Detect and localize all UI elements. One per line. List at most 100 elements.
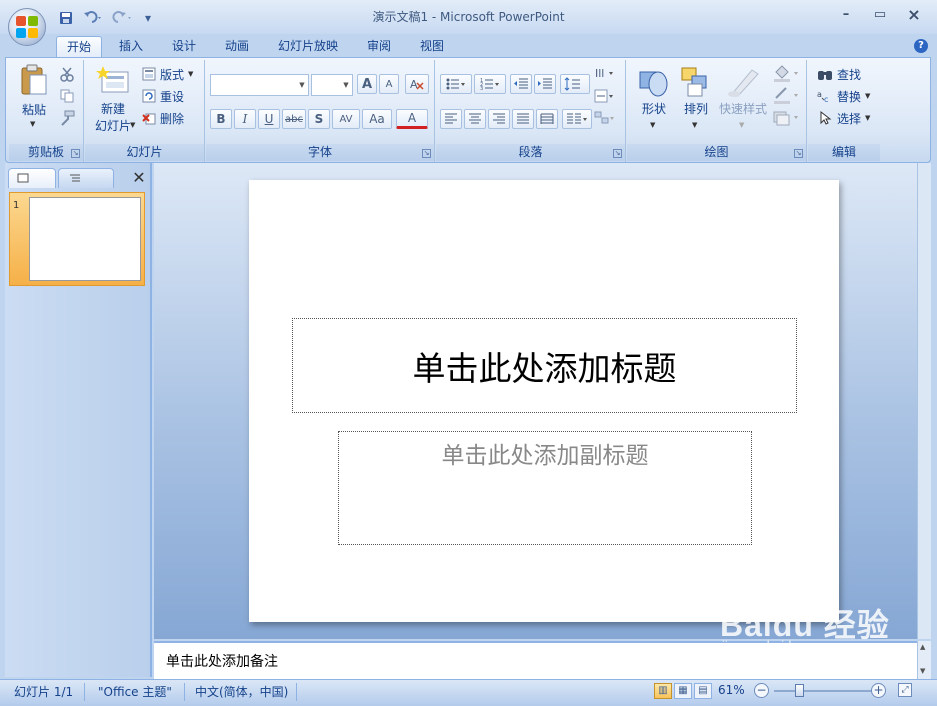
- clipboard-launcher-icon[interactable]: ↘: [71, 149, 80, 158]
- align-text-icon[interactable]: [594, 88, 616, 104]
- editing-group-label: 编辑: [808, 144, 880, 161]
- line-spacing-icon[interactable]: [560, 74, 590, 94]
- zoom-slider-track[interactable]: [774, 690, 874, 692]
- drawing-launcher-icon[interactable]: ↘: [794, 149, 803, 158]
- reset-button[interactable]: 重设: [142, 86, 184, 106]
- tab-view[interactable]: 视图: [410, 36, 454, 58]
- slide-sorter-view-icon[interactable]: ▦: [674, 683, 692, 699]
- bullets-icon[interactable]: [440, 74, 472, 94]
- align-right-icon[interactable]: [488, 109, 510, 129]
- scroll-down-icon[interactable]: ▼: [920, 667, 925, 675]
- slideshow-view-icon[interactable]: ▤: [694, 683, 712, 699]
- font-name-combo[interactable]: ▼: [210, 74, 309, 96]
- increase-indent-icon[interactable]: [534, 74, 556, 94]
- tab-slideshow[interactable]: 幻灯片放映: [268, 36, 348, 58]
- drawing-group-label: 绘图: [627, 144, 806, 161]
- align-center-icon[interactable]: [464, 109, 486, 129]
- quick-styles-button[interactable]: 快速样式 ▼: [716, 64, 770, 134]
- select-button[interactable]: 选择 ▼: [817, 108, 870, 128]
- distribute-icon[interactable]: [536, 109, 558, 129]
- status-language[interactable]: 中文(简体，中国): [195, 683, 288, 700]
- bold-button[interactable]: B: [210, 109, 232, 129]
- layout-button[interactable]: 版式 ▼: [142, 64, 193, 84]
- align-left-icon[interactable]: [440, 109, 462, 129]
- text-shadow-button[interactable]: S: [308, 109, 330, 129]
- shrink-font-button[interactable]: A: [379, 74, 399, 94]
- fit-to-window-icon[interactable]: ⤢: [898, 683, 912, 697]
- font-group-label: 字体: [206, 144, 434, 161]
- new-slide-dropdown-icon: ▼: [130, 121, 136, 129]
- shape-effects-icon[interactable]: [772, 108, 802, 126]
- scroll-up-icon[interactable]: ▲: [920, 643, 925, 651]
- tab-design[interactable]: 设计: [162, 36, 206, 58]
- slides-group-label: 幻灯片: [85, 144, 204, 161]
- cut-icon[interactable]: [59, 66, 75, 82]
- delete-button[interactable]: 删除: [142, 108, 184, 128]
- underline-button[interactable]: U: [258, 109, 280, 129]
- shapes-icon: [639, 71, 668, 97]
- copy-icon[interactable]: [59, 88, 75, 104]
- title-placeholder[interactable]: 单击此处添加标题: [292, 318, 797, 413]
- arrange-button[interactable]: 排列 ▼: [676, 64, 716, 134]
- zoom-in-icon[interactable]: +: [871, 683, 886, 698]
- shape-outline-icon[interactable]: [772, 86, 802, 104]
- status-separator: [84, 683, 85, 701]
- change-case-button[interactable]: Aa: [362, 109, 392, 129]
- delete-icon: [142, 113, 156, 125]
- tab-review[interactable]: 审阅: [357, 36, 401, 58]
- outline-tab[interactable]: [58, 168, 114, 188]
- shapes-button[interactable]: 形状 ▼: [634, 64, 674, 134]
- text-direction-icon[interactable]: Ill: [594, 64, 616, 82]
- paste-icon: [21, 64, 47, 95]
- font-launcher-icon[interactable]: ↘: [422, 149, 431, 158]
- char-spacing-button[interactable]: AV: [332, 109, 360, 129]
- close-button[interactable]: ×: [902, 5, 926, 24]
- panel-close-button[interactable]: ✕: [130, 169, 148, 187]
- svg-text:c: c: [824, 95, 828, 103]
- new-slide-button[interactable]: 新建 幻灯片 ▼: [90, 64, 136, 136]
- zoom-percent[interactable]: 61%: [718, 683, 745, 697]
- quick-styles-icon: [728, 69, 759, 97]
- paste-label: 粘贴: [21, 103, 46, 117]
- subtitle-placeholder[interactable]: 单击此处添加副标题: [338, 431, 752, 545]
- slides-tab[interactable]: [8, 168, 56, 188]
- italic-button[interactable]: I: [234, 109, 256, 129]
- status-separator: [296, 683, 297, 701]
- tab-insert[interactable]: 插入: [109, 36, 153, 58]
- font-size-dropdown-icon: ▼: [343, 81, 349, 89]
- minimize-button[interactable]: –: [834, 7, 858, 25]
- clear-format-icon[interactable]: A: [405, 74, 429, 94]
- shape-fill-icon[interactable]: [772, 64, 802, 82]
- strikethrough-button[interactable]: abc: [282, 109, 306, 129]
- grow-font-button[interactable]: A: [357, 74, 377, 94]
- normal-view-icon[interactable]: ▥: [654, 683, 672, 699]
- find-label: 查找: [837, 67, 862, 82]
- help-icon[interactable]: ?: [914, 39, 928, 53]
- font-name-dropdown-icon: ▼: [299, 81, 305, 89]
- font-color-button[interactable]: A: [396, 109, 428, 129]
- decrease-indent-icon[interactable]: [510, 74, 532, 94]
- office-button[interactable]: [8, 8, 46, 46]
- paragraph-launcher-icon[interactable]: ↘: [613, 149, 622, 158]
- paste-button[interactable]: 粘贴 ▼: [16, 64, 52, 134]
- smartart-icon[interactable]: [594, 110, 616, 126]
- vertical-scrollbar[interactable]: [917, 163, 931, 639]
- arrange-icon: [681, 67, 707, 97]
- tab-animation[interactable]: 动画: [215, 36, 259, 58]
- find-button[interactable]: 查找: [817, 64, 861, 84]
- font-size-combo[interactable]: ▼: [311, 74, 353, 96]
- zoom-slider-thumb[interactable]: [795, 684, 804, 697]
- format-painter-icon[interactable]: [59, 110, 75, 126]
- columns-icon[interactable]: [562, 109, 592, 129]
- watermark-url: jingyan.baidu.com: [722, 638, 827, 653]
- replace-icon: ac: [817, 90, 828, 103]
- replace-button[interactable]: ac 替换 ▼: [817, 86, 870, 106]
- numbering-icon[interactable]: 123: [474, 74, 506, 94]
- replace-dropdown-icon: ▼: [865, 92, 871, 100]
- reset-label: 重设: [160, 89, 185, 104]
- slide-thumbnail[interactable]: [29, 197, 141, 281]
- justify-icon[interactable]: [512, 109, 534, 129]
- tab-home[interactable]: 开始: [56, 36, 103, 58]
- maximize-button[interactable]: ▭: [868, 7, 892, 25]
- zoom-out-icon[interactable]: −: [754, 683, 769, 698]
